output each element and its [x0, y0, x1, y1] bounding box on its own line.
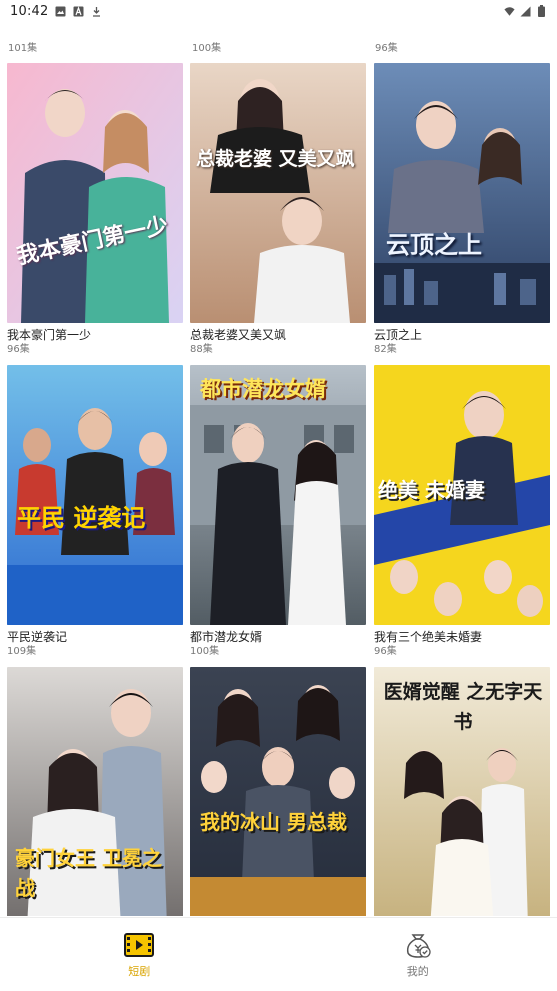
poster-title-art: 豪门女王 卫冕之战: [15, 846, 162, 900]
drama-card[interactable]: 总裁老婆 又美又飒 总裁老婆又美又飒 88集: [190, 63, 366, 356]
drama-card[interactable]: 医婿觉醒 之无字天书: [374, 667, 550, 916]
poster-title-art: 平民 逆袭记: [17, 503, 146, 532]
drama-title: 我有三个绝美未婚妻: [374, 630, 483, 644]
poster-title-art: 云顶之上: [386, 230, 482, 259]
drama-poster[interactable]: 豪门女王 卫冕之战: [7, 667, 183, 916]
drama-card[interactable]: 都市潜龙女婿 都市潜龙女婿 100集: [190, 365, 366, 658]
episode-count: 101集: [8, 43, 38, 54]
episode-count: 82集: [374, 344, 397, 355]
drama-poster[interactable]: 都市潜龙女婿: [190, 365, 366, 625]
image-icon: [55, 6, 66, 17]
drama-card[interactable]: 平民 逆袭记 平民逆袭记 109集: [7, 365, 183, 658]
poster-title-art: 总裁老婆 又美又飒: [196, 148, 355, 170]
status-bar: 10:42: [0, 0, 557, 22]
bottom-navigation: 短剧 我的: [0, 917, 557, 991]
battery-icon: [536, 5, 547, 17]
poster-title-art: 都市潜龙女婿: [200, 376, 326, 401]
drama-poster[interactable]: 医婿觉醒 之无字天书: [374, 667, 550, 916]
poster-title-art: 我的冰山 男总裁: [200, 810, 347, 834]
drama-card[interactable]: 豪门女王 卫冕之战: [7, 667, 183, 916]
episode-count: 96集: [375, 43, 398, 54]
drama-card[interactable]: 我本豪门第一少 我本豪门第一少 96集: [7, 63, 183, 356]
drama-title: 都市潜龙女婿: [190, 630, 263, 644]
drama-grid[interactable]: 101集 100集 96集 我本豪门第一少 我本豪门第一少 96集 总裁老婆 又…: [0, 34, 557, 916]
nav-tab-short-drama[interactable]: 短剧: [0, 918, 279, 991]
drama-card[interactable]: 我的冰山 男总裁: [190, 667, 366, 916]
poster-title-art: 医婿觉醒 之无字天书: [383, 681, 543, 733]
episode-count: 96集: [374, 646, 397, 657]
episode-count: 100集: [190, 646, 220, 657]
wifi-icon: [504, 6, 515, 17]
film-icon: [124, 932, 155, 958]
drama-title: 总裁老婆又美又飒: [190, 328, 287, 342]
episode-count: 100集: [192, 43, 222, 54]
a-icon: [73, 5, 84, 17]
signal-icon: [520, 6, 531, 17]
nav-label: 我的: [406, 965, 429, 978]
drama-poster[interactable]: 我本豪门第一少: [7, 63, 183, 323]
episode-count: 88集: [190, 344, 213, 355]
drama-poster[interactable]: 平民 逆袭记: [7, 365, 183, 625]
status-time: 10:42: [10, 3, 49, 19]
drama-poster[interactable]: 绝美 未婚妻: [374, 365, 550, 625]
drama-title: 云顶之上: [374, 328, 423, 342]
drama-poster[interactable]: 我的冰山 男总裁: [190, 667, 366, 916]
drama-card[interactable]: 云顶之上 云顶之上 82集: [374, 63, 550, 356]
money-bag-icon: [403, 932, 433, 958]
drama-title: 平民逆袭记: [7, 630, 68, 644]
previous-row-episode-counts: 101集 100集 96集: [0, 39, 557, 54]
episode-count: 109集: [7, 646, 37, 657]
drama-poster[interactable]: 总裁老婆 又美又飒: [190, 63, 366, 323]
drama-card[interactable]: 绝美 未婚妻 我有三个绝美未婚妻 96集: [374, 365, 550, 658]
download-icon: [91, 6, 102, 17]
nav-tab-mine[interactable]: 我的: [279, 918, 557, 991]
drama-title: 我本豪门第一少: [7, 328, 92, 342]
poster-title-art: 绝美 未婚妻: [378, 478, 485, 502]
episode-count: 96集: [7, 344, 30, 355]
drama-poster[interactable]: 云顶之上: [374, 63, 550, 323]
nav-label: 短剧: [128, 965, 151, 978]
